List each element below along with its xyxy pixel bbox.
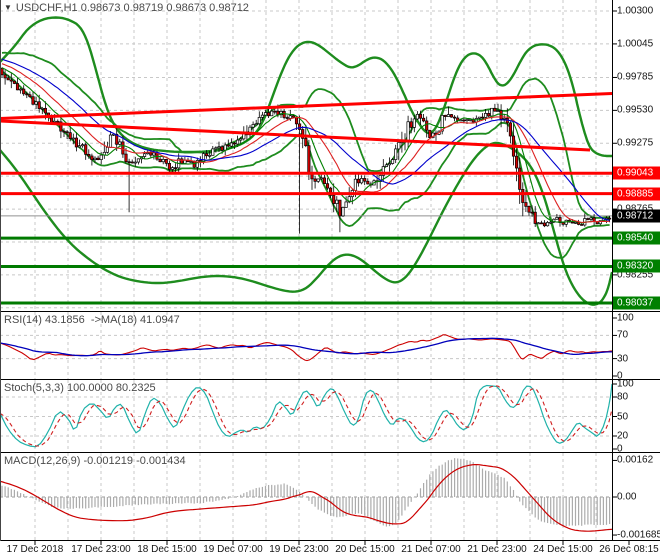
stoch-axis-label: 50 bbox=[617, 411, 629, 422]
mt4-chart-window: ▼ USDCHF,H1 0.98673 0.98719 0.98673 0.98… bbox=[0, 0, 660, 560]
time-axis-label: 21 Dec 07:00 bbox=[401, 544, 461, 555]
symbol-dropdown-icon[interactable]: ▼ bbox=[4, 4, 12, 12]
price-axis-label: 0.99530 bbox=[617, 104, 654, 116]
rsi-axis-label: 100 bbox=[617, 312, 634, 324]
time-axis-label: 21 Dec 23:00 bbox=[467, 544, 527, 555]
rsi-ma-line bbox=[0, 337, 612, 357]
stoch-axis-label: 80 bbox=[617, 391, 629, 403]
price-axis-label: 1.00045 bbox=[617, 38, 654, 50]
rsi-axis-label: 30 bbox=[617, 353, 629, 365]
macd-axis-label: 0.00 bbox=[617, 491, 637, 503]
stoch-axis-label: 20 bbox=[617, 430, 629, 442]
time-axis-label: 17 Dec 23:00 bbox=[71, 544, 131, 555]
price-axis-label: 0.99275 bbox=[617, 137, 654, 149]
level-price-badge: 0.98540 bbox=[613, 231, 660, 245]
bb-inner-lower bbox=[1, 70, 610, 259]
stoch-indicator-label: Stoch(5,3,3) 100.0000 80.2325 bbox=[4, 382, 156, 394]
price-axis-label: 1.00300 bbox=[617, 5, 654, 17]
macd-axis-label: -0.001685 bbox=[617, 529, 660, 541]
rsi-indicator-label: RSI(14) 43.1856 ->MA(18) 41.0947 bbox=[4, 314, 180, 326]
current-price-badge: 0.98712 bbox=[613, 209, 660, 223]
main-price-panel bbox=[0, 0, 612, 311]
stoch-d-line bbox=[0, 385, 612, 447]
time-axis-label: 24 Dec 15:00 bbox=[533, 544, 593, 555]
price-axis-label: 0.99785 bbox=[617, 71, 654, 83]
time-axis-label: 18 Dec 15:00 bbox=[137, 544, 197, 555]
time-axis-label: 17 Dec 2018 bbox=[6, 544, 64, 555]
symbol-ohlc-text: USDCHF,H1 0.98673 0.98719 0.98673 0.9871… bbox=[15, 2, 249, 14]
level-price-badge: 0.98037 bbox=[613, 296, 660, 310]
macd-indicator-label: MACD(12,26,9) -0.001219 -0.001434 bbox=[4, 455, 186, 467]
time-axis-label: 19 Dec 23:00 bbox=[269, 544, 329, 555]
level-price-badge: 0.98885 bbox=[613, 187, 660, 201]
rsi-axis-label: 70 bbox=[617, 329, 629, 341]
time-axis-label: 26 Dec 08:15 bbox=[599, 544, 659, 555]
time-axis-label: 20 Dec 15:00 bbox=[335, 544, 395, 555]
stoch-axis-label: 0 bbox=[617, 443, 623, 455]
level-price-badge: 0.99043 bbox=[613, 166, 660, 180]
stoch-axis-label: 100 bbox=[617, 378, 634, 390]
chart-canvas[interactable] bbox=[0, 0, 660, 560]
level-price-badge: 0.98320 bbox=[613, 259, 660, 273]
symbol-title: ▼ USDCHF,H1 0.98673 0.98719 0.98673 0.98… bbox=[4, 2, 249, 14]
trend-line-1 bbox=[0, 91, 612, 120]
time-axis-label: 19 Dec 07:00 bbox=[203, 544, 263, 555]
macd-axis-label: 0.00162 bbox=[617, 454, 654, 466]
